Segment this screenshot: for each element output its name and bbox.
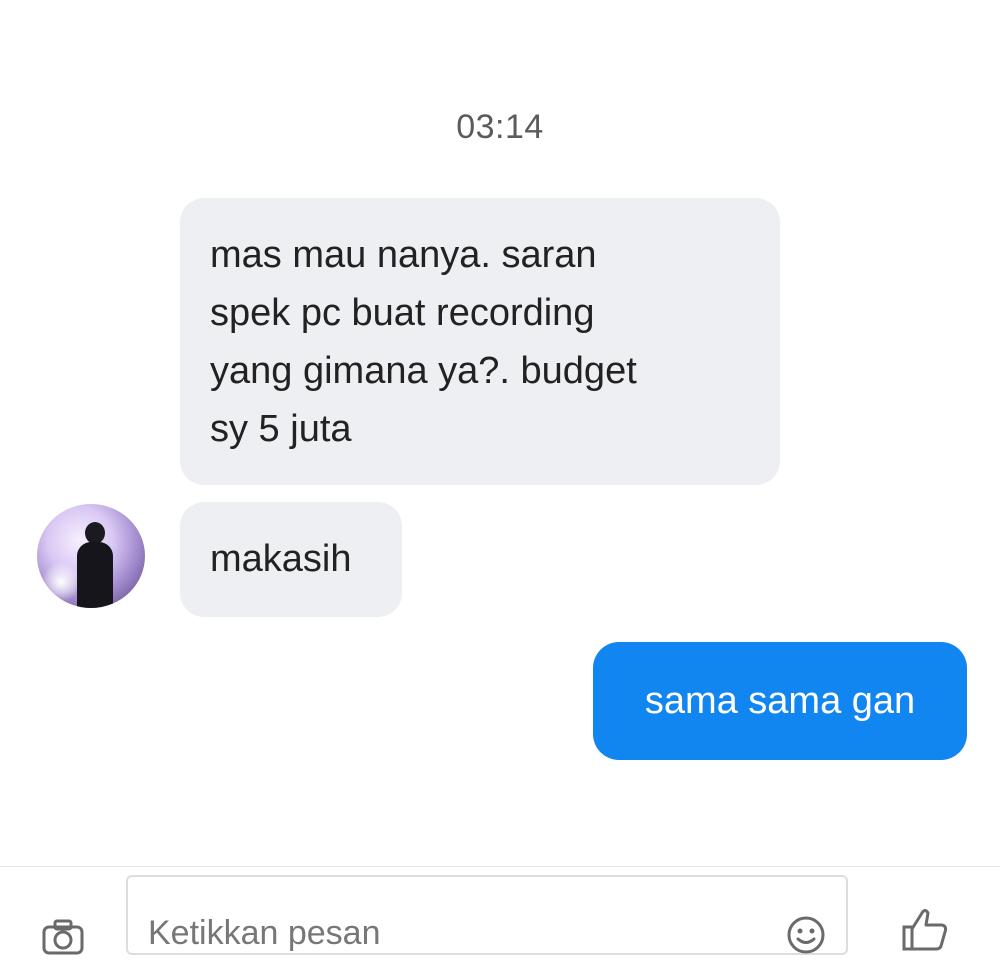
- message-line: sy 5 juta: [210, 408, 352, 450]
- message-input-box[interactable]: [126, 875, 848, 955]
- message-line: yang gimana ya?. budget: [210, 350, 637, 392]
- incoming-message-bubble-makasih[interactable]: makasih: [180, 502, 402, 617]
- message-timestamp: 03:14: [456, 108, 544, 146]
- avatar-light-glow: [41, 562, 81, 602]
- message-input[interactable]: [128, 877, 768, 953]
- avatar-person-body: [77, 542, 113, 608]
- chat-thread: 03:14 mas mau nanya. saran spek pc buat …: [0, 0, 1000, 860]
- incoming-message-bubble[interactable]: mas mau nanya. saran spek pc buat record…: [180, 198, 780, 485]
- message-line: mas mau nanya. saran: [210, 234, 597, 276]
- message-text: makasih: [210, 538, 352, 580]
- message-line: spek pc buat recording: [210, 292, 595, 334]
- message-text: sama sama gan: [644, 680, 916, 722]
- contact-avatar[interactable]: [37, 504, 145, 608]
- thumbs-up-icon[interactable]: [900, 907, 950, 956]
- avatar-person-head: [85, 522, 105, 544]
- camera-icon[interactable]: [42, 919, 84, 960]
- outgoing-message-bubble[interactable]: sama sama gan: [593, 642, 967, 760]
- emoji-icon[interactable]: [786, 915, 826, 960]
- message-composer: [0, 866, 1000, 955]
